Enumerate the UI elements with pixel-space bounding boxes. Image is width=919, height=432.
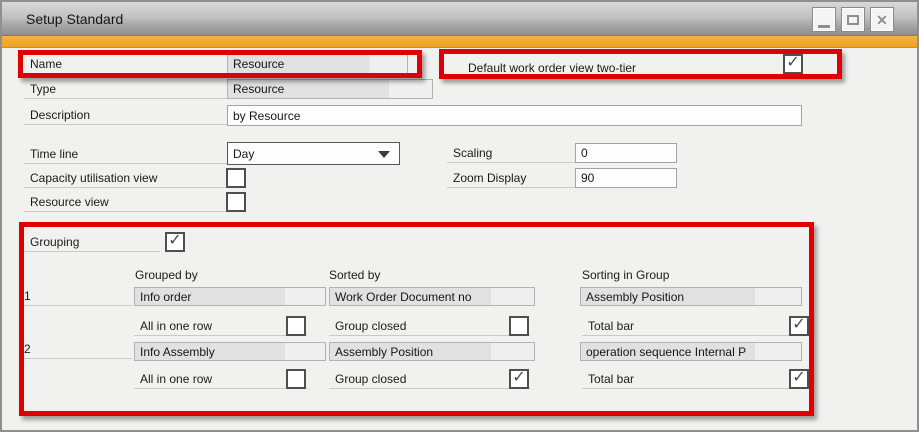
resource-view-label: Resource view [24, 193, 227, 212]
grouping-checkbox[interactable] [165, 232, 185, 252]
group-closed-checkbox-2[interactable] [509, 369, 529, 389]
type-field[interactable]: Resource [227, 79, 433, 99]
group-row-number: 2 [20, 340, 132, 359]
grouping-label: Grouping [24, 233, 160, 252]
description-label: Description [24, 106, 227, 125]
group-closed-label-2: Group closed [329, 370, 530, 389]
dropdown-arrow-icon [378, 151, 390, 158]
close-icon: ✕ [876, 13, 888, 27]
setup-standard-dialog: Setup Standard ✕ Name Resource Default w… [0, 0, 919, 432]
type-label: Type [24, 80, 227, 99]
capacity-view-label: Capacity utilisation view [24, 169, 227, 188]
description-field[interactable]: by Resource [227, 105, 802, 126]
scaling-label: Scaling [447, 144, 575, 163]
all-in-one-row-checkbox-1[interactable] [286, 316, 306, 336]
capacity-view-checkbox[interactable] [226, 168, 246, 188]
total-bar-label-1: Total bar [582, 317, 810, 336]
maximize-button[interactable] [841, 7, 865, 32]
sorting-in-group-field-1[interactable]: Assembly Position [580, 287, 802, 306]
resource-view-checkbox[interactable] [226, 192, 246, 212]
total-bar-checkbox-1[interactable] [789, 316, 809, 336]
all-in-one-row-checkbox-2[interactable] [286, 369, 306, 389]
grouped-by-field-1[interactable]: Info order [134, 287, 326, 306]
sorted-by-field-2[interactable]: Assembly Position [329, 342, 535, 361]
grouped-by-field-2[interactable]: Info Assembly [134, 342, 326, 361]
total-bar-label-2: Total bar [582, 370, 810, 389]
group-closed-label-1: Group closed [329, 317, 530, 336]
grouped-by-header: Grouped by [135, 268, 198, 284]
all-in-one-row-label-2: All in one row [134, 370, 307, 389]
all-in-one-row-label-1: All in one row [134, 317, 307, 336]
group-row-number: 1 [20, 287, 132, 306]
minimize-button[interactable] [812, 7, 836, 32]
maximize-icon [847, 15, 859, 25]
sorting-in-group-field-2[interactable]: operation sequence Internal P [580, 342, 802, 361]
minimize-icon [818, 25, 830, 28]
sorted-by-header: Sorted by [329, 268, 380, 284]
name-field[interactable]: Resource [227, 54, 408, 74]
zoom-display-field[interactable]: 90 [575, 168, 677, 188]
time-line-value: Day [233, 147, 254, 161]
default-two-tier-checkbox[interactable] [783, 54, 803, 74]
default-two-tier-label: Default work order view two-tier [462, 59, 808, 78]
scaling-field[interactable]: 0 [575, 143, 677, 163]
zoom-display-label: Zoom Display [447, 169, 575, 188]
title-bar[interactable]: Setup Standard ✕ [2, 2, 917, 36]
time-line-label: Time line [24, 145, 227, 164]
close-button[interactable]: ✕ [870, 7, 894, 32]
accent-bar [2, 36, 917, 48]
time-line-dropdown[interactable]: Day [227, 142, 400, 165]
sorted-by-field-1[interactable]: Work Order Document no [329, 287, 535, 306]
window-title: Setup Standard [26, 2, 123, 36]
group-closed-checkbox-1[interactable] [509, 316, 529, 336]
name-label: Name [24, 55, 227, 74]
total-bar-checkbox-2[interactable] [789, 369, 809, 389]
sorting-in-group-header: Sorting in Group [582, 268, 669, 284]
